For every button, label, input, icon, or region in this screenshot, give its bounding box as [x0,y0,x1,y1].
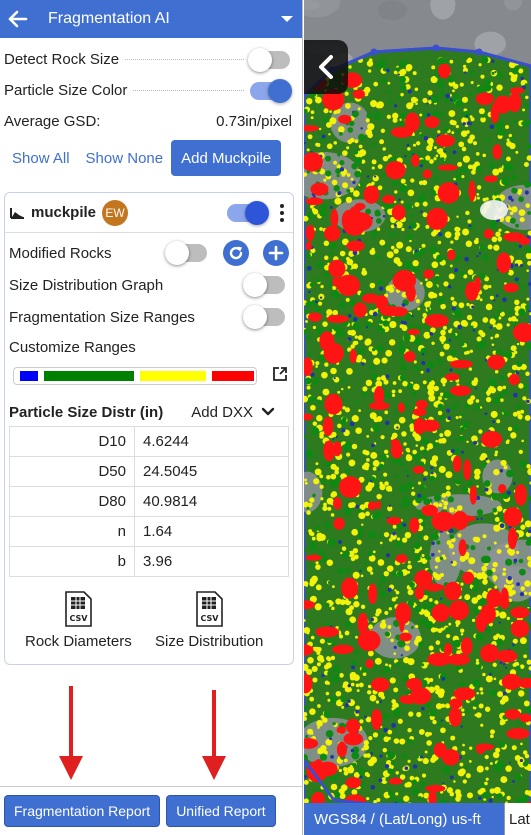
chevron-down-icon[interactable] [261,407,275,417]
add-dxx-button[interactable]: Add DXX [191,404,253,421]
caret-down-icon[interactable] [280,14,294,24]
unified-report-button[interactable]: Unified Report [166,795,276,827]
table-row: D80 40.9814 [9,486,289,517]
range-slider[interactable] [9,363,289,389]
chevron-left-icon [319,55,333,79]
fragmentation-size-ranges-label: Fragmentation Size Ranges [9,308,195,326]
map-view[interactable] [304,0,531,835]
particle-size-color-row: Particle Size Color [0,75,302,106]
side-panel: Fragmentation AI Detect Rock Size Partic… [0,0,303,835]
range-track[interactable] [13,367,257,385]
size-distribution-graph-toggle[interactable] [243,273,285,297]
psd-key: n [9,516,135,547]
csv-badge: CSV [201,614,220,623]
muckpile-actions: Show All Show None Add Muckpile [0,139,302,177]
muckpile-visibility-toggle[interactable] [227,200,269,225]
particle-size-color-label: Particle Size Color [4,82,128,99]
coordinate-bar: WGS84 / (Lat/Long) us-ft Lat [304,803,531,835]
psd-key: b [9,546,135,577]
psd-key: D80 [9,486,135,517]
muckpile-card-header: muckpile EW [5,193,293,233]
psd-title: Particle Size Distr (in) [9,403,164,421]
psd-value: 3.96 [134,546,289,577]
user-avatar: EW [102,199,129,226]
csv-file-icon: CSV [65,591,93,627]
table-row: b 3.96 [9,546,289,577]
detect-rock-size-row: Detect Rock Size [0,44,302,75]
panel-header: Fragmentation AI [0,0,302,38]
particle-size-color-toggle[interactable] [250,78,292,103]
add-muckpile-button[interactable]: Add Muckpile [171,140,282,176]
coordinate-readout: Lat [504,803,531,835]
crs-selector[interactable]: WGS84 / (Lat/Long) us-ft [304,803,504,835]
psd-key: D50 [9,456,135,487]
size-distribution-graph-label: Size Distribution Graph [9,276,164,294]
muckpile-icon [10,207,24,219]
psd-value: 40.9814 [134,486,289,517]
range-segment-blue [20,371,38,381]
annotation-arrow [202,690,226,780]
average-gsd-row: Average GSD: 0.73in/pixel [0,106,302,137]
average-gsd-value: 0.73in/pixel [216,113,292,130]
rock-diameters-download[interactable]: CSV Rock Diameters [25,591,132,650]
muckpile-map-image[interactable] [304,0,531,835]
psd-table: D10 4.6244 D50 24.5045 D80 40.9814 n 1.6… [9,426,289,577]
add-rock-button[interactable] [263,240,289,266]
average-gsd-label: Average GSD: [4,113,101,130]
size-distribution-graph-row: Size Distribution Graph [5,269,293,301]
psd-value: 4.6244 [134,426,289,457]
modified-rocks-row: Modified Rocks [5,237,293,269]
table-row: D10 4.6244 [9,426,289,457]
panel-title: Fragmentation AI [48,10,170,27]
fragmentation-report-button[interactable]: Fragmentation Report [4,795,161,827]
detect-rock-size-toggle[interactable] [248,47,290,72]
show-none-button[interactable]: Show None [78,144,172,173]
psd-value: 24.5045 [134,456,289,487]
modified-rocks-label: Modified Rocks [9,244,112,262]
size-distribution-download[interactable]: CSV Size Distribution [155,591,263,650]
detect-rock-size-label: Detect Rock Size [4,51,120,68]
fragmentation-size-ranges-row: Fragmentation Size Ranges [5,301,293,333]
table-row: n 1.64 [9,516,289,547]
more-options-icon[interactable] [275,203,289,222]
show-all-button[interactable]: Show All [4,144,78,173]
muckpile-card: muckpile EW Modified Rocks Size Distribu… [4,192,294,665]
annotation-arrow [59,686,83,780]
plus-icon [268,245,284,261]
refresh-icon [229,246,243,260]
collapse-panel-button[interactable] [304,40,348,94]
csv-badge: CSV [70,614,89,623]
back-arrow-icon[interactable] [8,10,28,28]
report-footer: Fragmentation Report Unified Report [0,786,302,835]
refresh-button[interactable] [223,240,249,266]
modified-rocks-toggle[interactable] [165,241,207,265]
size-distribution-label: Size Distribution [155,633,264,650]
range-segment-green [44,371,134,381]
range-segment-red [212,371,254,381]
customize-ranges-row: Customize Ranges [5,333,293,361]
table-row: D50 24.5045 [9,456,289,487]
muckpile-name: muckpile [31,204,97,221]
open-external-icon[interactable] [271,365,289,383]
psd-header: Particle Size Distr (in) Add DXX [5,395,293,429]
customize-ranges-label: Customize Ranges [9,338,136,356]
csv-file-icon: CSV [196,591,223,627]
psd-key: D10 [9,426,135,457]
fragmentation-size-ranges-toggle[interactable] [243,305,285,329]
rock-diameters-label: Rock Diameters [25,633,132,650]
range-segment-yellow [140,371,206,381]
psd-value: 1.64 [134,516,289,547]
